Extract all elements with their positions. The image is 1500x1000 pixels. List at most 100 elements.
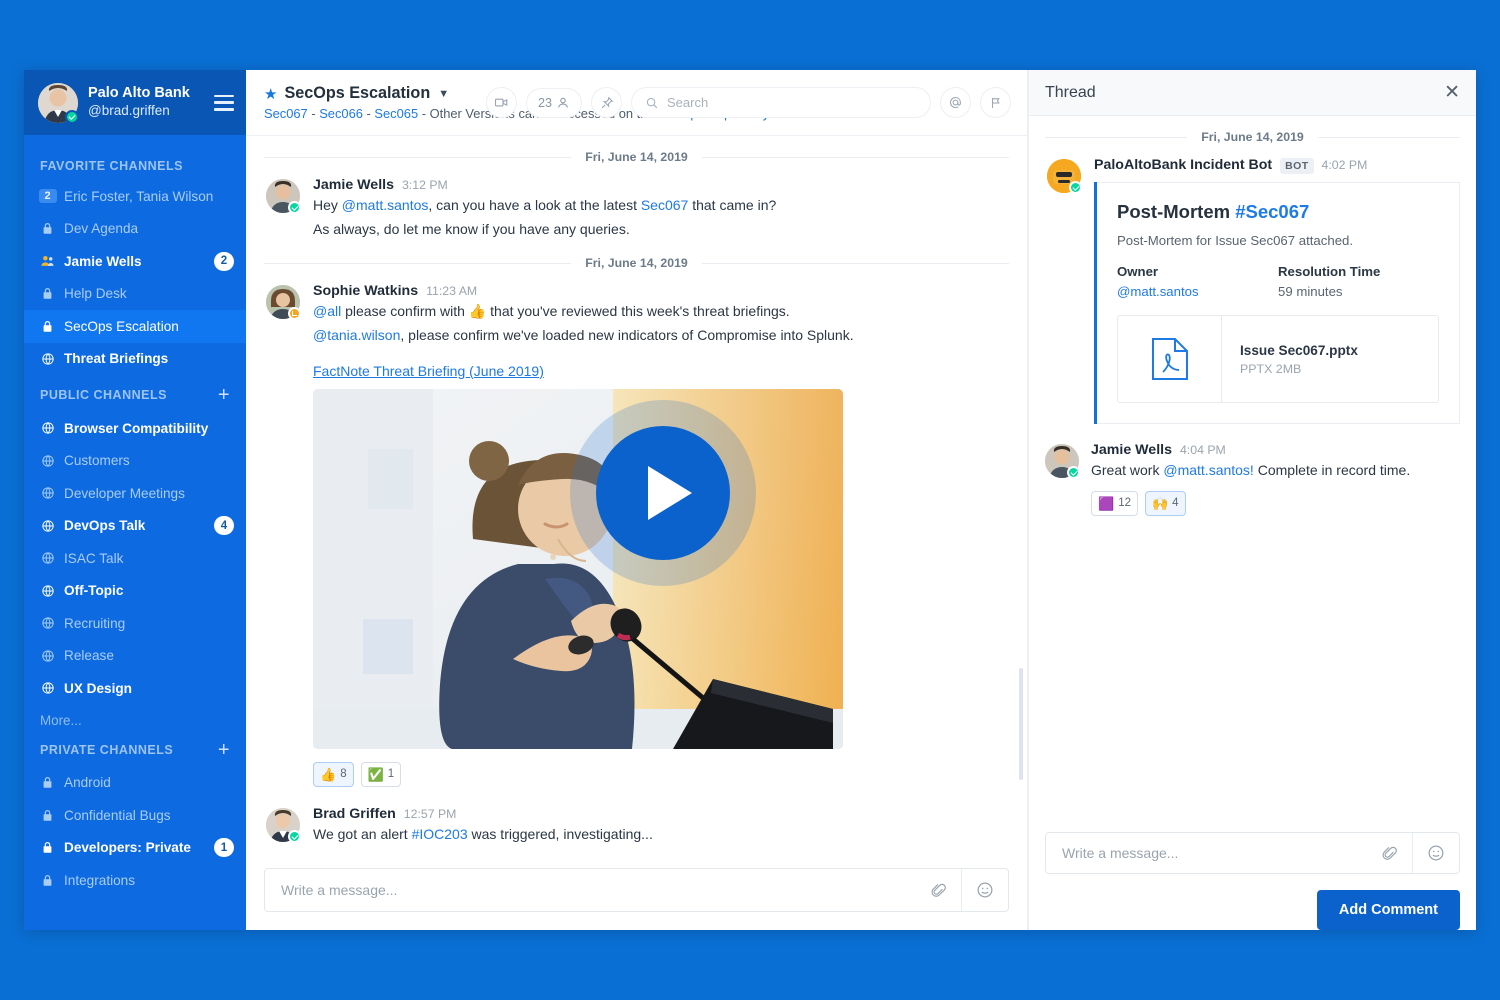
link-sec065[interactable]: Sec065 bbox=[374, 106, 418, 121]
sidebar-item-help-desk[interactable]: Help Desk bbox=[24, 278, 246, 311]
online-status-dot bbox=[288, 830, 301, 844]
file-size: PPTX 2MB bbox=[1240, 361, 1302, 376]
sidebar-item-threat-briefings[interactable]: Threat Briefings bbox=[24, 343, 246, 376]
sidebar-item-confidential-bugs[interactable]: Confidential Bugs bbox=[24, 799, 246, 832]
message-list[interactable]: Fri, June 14, 2019 Jamie Wells 3:12 PM H… bbox=[246, 136, 1027, 856]
at-mention-icon[interactable] bbox=[940, 87, 971, 118]
message-input[interactable] bbox=[265, 882, 915, 898]
user-avatar[interactable] bbox=[38, 82, 79, 124]
sidebar-item-integrations[interactable]: Integrations bbox=[24, 864, 246, 897]
hamburger-icon[interactable] bbox=[214, 94, 234, 111]
link-sec067[interactable]: Sec067 bbox=[264, 106, 308, 121]
sidebar-section-header: PRIVATE CHANNELS + bbox=[24, 730, 246, 767]
pdf-file-icon bbox=[1118, 316, 1222, 402]
mention-matt-santos[interactable]: @matt.santos bbox=[342, 197, 429, 213]
sidebar-item-secops-escalation[interactable]: SecOps Escalation bbox=[24, 310, 246, 343]
reaction-raised-hands[interactable]: 🙌 4 bbox=[1144, 490, 1186, 517]
sidebar-section-header: PUBLIC CHANNELS + bbox=[24, 375, 246, 412]
star-icon[interactable]: ★ bbox=[264, 85, 277, 103]
play-button-icon[interactable] bbox=[595, 426, 730, 561]
channel-list[interactable]: FAVORITE CHANNELS 2 Eric Foster, Tania Wil… bbox=[24, 135, 246, 930]
avatar[interactable] bbox=[266, 285, 301, 321]
message-text: Great work @matt.santos! Complete in rec… bbox=[1091, 462, 1411, 478]
avatar[interactable] bbox=[266, 808, 301, 844]
message-author: Brad Griffen bbox=[313, 806, 396, 823]
message-composer[interactable] bbox=[264, 868, 1009, 912]
reaction-thumbsup[interactable]: 👍 8 bbox=[313, 761, 354, 788]
field-value-owner[interactable]: @matt.santos bbox=[1117, 284, 1278, 299]
sidebar-item-customers[interactable]: Customers bbox=[24, 445, 246, 478]
file-attachment[interactable]: Issue Sec067.pptx PPTX 2MB bbox=[1117, 315, 1439, 403]
message-scrollbar[interactable] bbox=[1019, 668, 1023, 780]
search-input[interactable] bbox=[667, 95, 917, 110]
thread-body[interactable]: Fri, June 14, 2019 PaloAltoBank Incident… bbox=[1029, 116, 1476, 818]
sidebar-item-ux-design[interactable]: UX Design bbox=[24, 672, 246, 705]
flag-icon[interactable] bbox=[980, 87, 1011, 118]
emoji-smiley-icon[interactable] bbox=[962, 869, 1008, 911]
sidebar-item-developer-meetings[interactable]: Developer Meetings bbox=[24, 477, 246, 510]
unread-count-badge: 4 bbox=[214, 516, 234, 536]
video-camera-icon[interactable] bbox=[485, 87, 517, 118]
pin-icon[interactable] bbox=[591, 87, 622, 118]
sidebar-item-dev-agenda[interactable]: Dev Agenda bbox=[24, 213, 246, 246]
link-sec067[interactable]: Sec067 bbox=[641, 197, 688, 213]
sidebar-item-label: Off-Topic bbox=[64, 583, 124, 599]
avatar[interactable] bbox=[266, 179, 301, 214]
add-comment-button[interactable]: Add Comment bbox=[1316, 890, 1460, 930]
mention-tania-wilson[interactable]: @tania.wilson bbox=[313, 327, 400, 343]
add-channel-icon[interactable]: + bbox=[218, 740, 230, 760]
mention-all[interactable]: @all bbox=[313, 303, 341, 319]
online-status-dot bbox=[1069, 181, 1082, 194]
unread-count-badge: 2 bbox=[214, 251, 234, 271]
more-channels-link[interactable]: More... bbox=[24, 705, 246, 730]
lock-icon bbox=[40, 287, 55, 300]
chevron-down-icon[interactable]: ▼ bbox=[438, 88, 449, 100]
date-separator: Fri, June 14, 2019 bbox=[264, 150, 1009, 164]
member-count-button[interactable]: 23 bbox=[525, 87, 582, 118]
sidebar-item-label: Jamie Wells bbox=[64, 253, 142, 269]
message-text-line2: @tania.wilson, please confirm we've load… bbox=[313, 327, 854, 344]
globe-icon bbox=[40, 352, 55, 366]
sidebar-section-title: FAVORITE CHANNELS bbox=[40, 159, 183, 173]
paperclip-icon[interactable] bbox=[915, 869, 961, 911]
thumbsup-emoji: 👍 bbox=[468, 303, 487, 320]
link-sec066[interactable]: Sec066 bbox=[319, 106, 363, 121]
sidebar-item-label: Dev Agenda bbox=[64, 221, 139, 237]
message-author: PaloAltoBank Incident Bot bbox=[1094, 157, 1273, 173]
sidebar-item-jamie-wells[interactable]: Jamie Wells 2 bbox=[24, 245, 246, 278]
message-author: Sophie Watkins bbox=[313, 283, 419, 300]
avatar[interactable] bbox=[1047, 159, 1082, 194]
emoji-smiley-icon[interactable] bbox=[1413, 833, 1459, 873]
paperclip-icon[interactable] bbox=[1366, 833, 1412, 873]
sidebar-item-browser-compatibility[interactable]: Browser Compatibility bbox=[24, 412, 246, 445]
channel-header: ★ SecOps Escalation ▼ Sec067 - Sec066 - … bbox=[246, 70, 1027, 136]
sidebar-item-recruiting[interactable]: Recruiting bbox=[24, 607, 246, 640]
sidebar-item-developers-private[interactable]: Developers: Private 1 bbox=[24, 832, 246, 865]
sidebar-item-off-topic[interactable]: Off-Topic bbox=[24, 575, 246, 608]
video-attachment[interactable] bbox=[313, 388, 843, 749]
reaction-count: 4 bbox=[1172, 496, 1179, 509]
thread-message-input[interactable] bbox=[1046, 845, 1366, 861]
date-separator: Fri, June 14, 2019 bbox=[264, 256, 1009, 270]
post-mortem-card: Post-Mortem #Sec067 Post-Mortem for Issu… bbox=[1094, 182, 1460, 424]
issue-link[interactable]: #Sec067 bbox=[1235, 201, 1309, 222]
link-ioc203[interactable]: #IOC203 bbox=[412, 826, 468, 842]
link-factnote-threat-briefing[interactable]: FactNote Threat Briefing (June 2019) bbox=[313, 363, 1009, 379]
reaction-first[interactable]: 🟪 12 bbox=[1091, 490, 1138, 517]
sidebar-item-isac-talk[interactable]: ISAC Talk bbox=[24, 542, 246, 575]
team-header: Palo Alto Bank @brad.griffen bbox=[24, 70, 246, 135]
sidebar-item-android[interactable]: Android bbox=[24, 767, 246, 800]
sidebar-item-label: Browser Compatibility bbox=[64, 420, 209, 436]
close-icon[interactable]: ✕ bbox=[1444, 83, 1460, 102]
sidebar-item-eric-foster-tania-wilson[interactable]: 2 Eric Foster, Tania Wilson bbox=[24, 180, 246, 213]
add-channel-icon[interactable]: + bbox=[218, 385, 230, 405]
mention-matt-santos[interactable]: @matt.santos! bbox=[1163, 462, 1253, 478]
sidebar-section-title: PRIVATE CHANNELS bbox=[40, 742, 174, 757]
member-count-badge: 2 bbox=[38, 189, 57, 204]
avatar[interactable] bbox=[1045, 444, 1080, 479]
sidebar-item-devops-talk[interactable]: DevOps Talk 4 bbox=[24, 510, 246, 543]
search-box[interactable] bbox=[631, 87, 931, 118]
reaction-checkmark[interactable]: ✅ 1 bbox=[360, 761, 402, 788]
sidebar-item-release[interactable]: Release bbox=[24, 640, 246, 673]
thread-message-composer[interactable] bbox=[1045, 832, 1460, 874]
